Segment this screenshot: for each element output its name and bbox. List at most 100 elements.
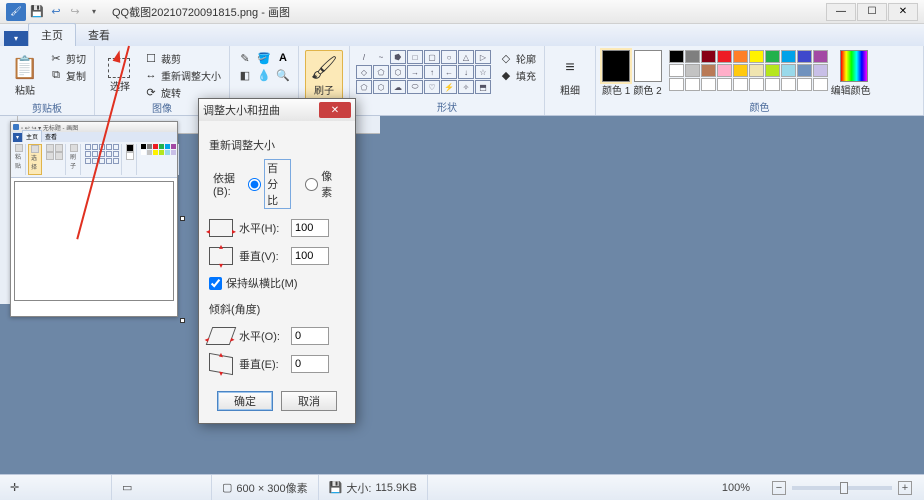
pencil-tool[interactable]: ✎ bbox=[236, 50, 254, 66]
crop-button[interactable]: ☐裁剪 bbox=[142, 50, 223, 66]
swatch-14[interactable] bbox=[733, 64, 748, 77]
copy-button[interactable]: ⧉复制 bbox=[47, 67, 88, 83]
zoom-in-button[interactable]: + bbox=[898, 481, 912, 495]
close-button[interactable]: ✕ bbox=[888, 3, 918, 21]
swatch-2[interactable] bbox=[701, 50, 716, 63]
swatch-empty-9[interactable] bbox=[813, 78, 828, 91]
swatch-9[interactable] bbox=[813, 50, 828, 63]
resize-button[interactable]: ↔重新调整大小 bbox=[142, 67, 223, 83]
maximize-button[interactable]: ☐ bbox=[857, 3, 887, 21]
dialog-close-button[interactable]: ✕ bbox=[319, 102, 351, 118]
shape-2[interactable]: ⭓ bbox=[390, 50, 406, 64]
shape-9[interactable]: ⬠ bbox=[373, 65, 389, 79]
canvas-handle-right[interactable] bbox=[180, 216, 185, 221]
shape-6[interactable]: △ bbox=[458, 50, 474, 64]
swatch-empty-7[interactable] bbox=[781, 78, 796, 91]
swatch-0[interactable] bbox=[669, 50, 684, 63]
shape-23[interactable]: ⬒ bbox=[475, 80, 491, 94]
save-icon[interactable]: 💾 bbox=[29, 4, 45, 20]
swatch-6[interactable] bbox=[765, 50, 780, 63]
paste-button[interactable]: 📋 粘贴 bbox=[6, 50, 44, 100]
swatch-11[interactable] bbox=[685, 64, 700, 77]
color2-button[interactable]: 颜色 2 bbox=[633, 50, 661, 97]
swatch-1[interactable] bbox=[685, 50, 700, 63]
shape-1[interactable]: ~ bbox=[373, 50, 389, 64]
cancel-button[interactable]: 取消 bbox=[281, 391, 337, 411]
cut-button[interactable]: ✂剪切 bbox=[47, 50, 88, 66]
brush-button[interactable]: 🖌 刷子 bbox=[305, 50, 343, 100]
swatch-16[interactable] bbox=[765, 64, 780, 77]
swatch-13[interactable] bbox=[717, 64, 732, 77]
swatch-empty-2[interactable] bbox=[701, 78, 716, 91]
swatch-empty-5[interactable] bbox=[749, 78, 764, 91]
canvas-image[interactable]: ▫ ↩ ↪ ▾ 无标题 - 画图 ▾主页查看 粘贴 选择 刷子 bbox=[10, 121, 178, 317]
home-tab[interactable]: 主页 bbox=[28, 23, 76, 46]
swatch-8[interactable] bbox=[797, 50, 812, 63]
swatch-15[interactable] bbox=[749, 64, 764, 77]
picker-tool[interactable]: 💧 bbox=[255, 67, 273, 83]
shape-0[interactable]: / bbox=[356, 50, 372, 64]
dialog-titlebar[interactable]: 调整大小和扭曲 ✕ bbox=[199, 99, 355, 121]
shapes-gallery[interactable]: /~⭓□▢○△▷◇⬠⬡→↑←↓☆⬠⬡☁⬭♡⚡✧⬒ bbox=[356, 50, 491, 94]
zoom-out-button[interactable]: − bbox=[772, 481, 786, 495]
qat-more-icon[interactable]: ▾ bbox=[86, 4, 102, 20]
zoom-tool[interactable]: 🔍 bbox=[274, 67, 292, 83]
shape-11[interactable]: → bbox=[407, 65, 423, 79]
swatch-12[interactable] bbox=[701, 64, 716, 77]
shape-7[interactable]: ▷ bbox=[475, 50, 491, 64]
skew-v-input[interactable] bbox=[291, 355, 329, 373]
fill-tool[interactable]: 🪣 bbox=[255, 50, 273, 66]
swatch-18[interactable] bbox=[797, 64, 812, 77]
text-tool[interactable]: A bbox=[274, 50, 292, 66]
skew-h-input[interactable] bbox=[291, 327, 329, 345]
shape-5[interactable]: ○ bbox=[441, 50, 457, 64]
canvas-handle-corner[interactable] bbox=[180, 318, 185, 323]
shape-18[interactable]: ☁ bbox=[390, 80, 406, 94]
thickness-button[interactable]: ≡ 粗细 bbox=[551, 50, 589, 100]
pixels-radio[interactable] bbox=[305, 178, 318, 191]
shape-4[interactable]: ▢ bbox=[424, 50, 440, 64]
swatch-4[interactable] bbox=[733, 50, 748, 63]
percent-radio[interactable] bbox=[248, 178, 261, 191]
swatch-19[interactable] bbox=[813, 64, 828, 77]
swatch-3[interactable] bbox=[717, 50, 732, 63]
aspect-checkbox[interactable] bbox=[209, 277, 222, 290]
shape-8[interactable]: ◇ bbox=[356, 65, 372, 79]
shape-14[interactable]: ↓ bbox=[458, 65, 474, 79]
swatch-empty-3[interactable] bbox=[717, 78, 732, 91]
shape-21[interactable]: ⚡ bbox=[441, 80, 457, 94]
swatch-5[interactable] bbox=[749, 50, 764, 63]
shape-3[interactable]: □ bbox=[407, 50, 423, 64]
swatch-empty-1[interactable] bbox=[685, 78, 700, 91]
edit-colors-button[interactable]: 编辑颜色 bbox=[831, 50, 871, 97]
eraser-tool[interactable]: ◧ bbox=[236, 67, 254, 83]
file-tab[interactable] bbox=[4, 31, 28, 46]
horiz-input[interactable] bbox=[291, 219, 329, 237]
shape-22[interactable]: ✧ bbox=[458, 80, 474, 94]
swatch-17[interactable] bbox=[781, 64, 796, 77]
swatch-empty-0[interactable] bbox=[669, 78, 684, 91]
view-tab[interactable]: 查看 bbox=[76, 24, 122, 46]
redo-icon[interactable]: ↪ bbox=[67, 4, 83, 20]
vert-input[interactable] bbox=[291, 247, 329, 265]
shape-15[interactable]: ☆ bbox=[475, 65, 491, 79]
undo-icon[interactable]: ↩ bbox=[48, 4, 64, 20]
swatch-empty-8[interactable] bbox=[797, 78, 812, 91]
color1-button[interactable]: 颜色 1 bbox=[602, 50, 630, 97]
shape-13[interactable]: ← bbox=[441, 65, 457, 79]
ok-button[interactable]: 确定 bbox=[217, 391, 273, 411]
zoom-thumb[interactable] bbox=[840, 482, 848, 494]
shape-12[interactable]: ↑ bbox=[424, 65, 440, 79]
paint-menu-button[interactable]: 🖌 bbox=[6, 3, 26, 21]
zoom-track[interactable] bbox=[792, 486, 892, 490]
swatch-empty-4[interactable] bbox=[733, 78, 748, 91]
swatch-7[interactable] bbox=[781, 50, 796, 63]
shape-16[interactable]: ⬠ bbox=[356, 80, 372, 94]
shape-10[interactable]: ⬡ bbox=[390, 65, 406, 79]
zoom-slider[interactable]: − + bbox=[772, 481, 912, 495]
shape-fill[interactable]: ◆填充 bbox=[497, 67, 538, 83]
shape-20[interactable]: ♡ bbox=[424, 80, 440, 94]
minimize-button[interactable]: — bbox=[826, 3, 856, 21]
shape-19[interactable]: ⬭ bbox=[407, 80, 423, 94]
shape-17[interactable]: ⬡ bbox=[373, 80, 389, 94]
